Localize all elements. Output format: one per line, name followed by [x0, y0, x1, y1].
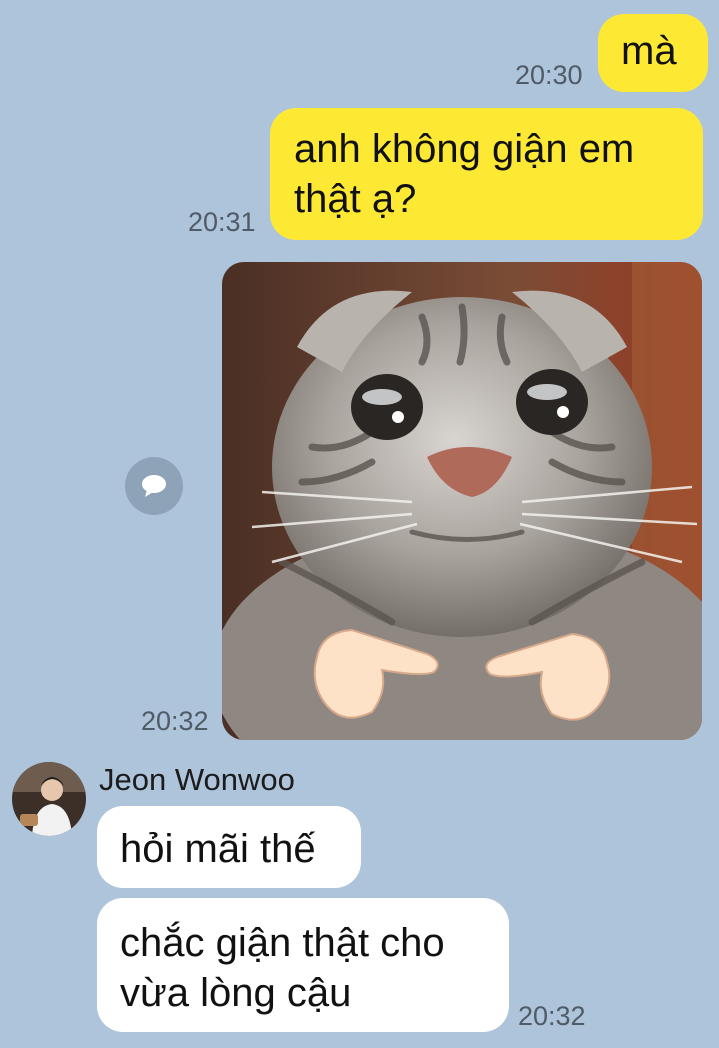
message-text-line: anh không giận em [294, 127, 635, 171]
avatar[interactable] [12, 762, 86, 836]
chat-area: 20:30 mà 20:31 anh không giận em thật ạ? [0, 0, 719, 1048]
incoming-message-bubble[interactable]: chắc giận thật cho vừa lòng cậu [97, 898, 509, 1032]
outgoing-message-bubble[interactable]: mà [598, 14, 708, 92]
message-text-line: chắc giận thật cho [120, 921, 445, 965]
outgoing-message-bubble[interactable]: anh không giận em thật ạ? [270, 108, 703, 240]
share-button[interactable] [125, 457, 183, 515]
message-text: hỏi mãi thế [120, 827, 316, 871]
incoming-message-bubble[interactable]: hỏi mãi thế [97, 806, 361, 888]
message-text-line: vừa lòng cậu [120, 971, 352, 1015]
message-text-line: thật ạ? [294, 177, 417, 221]
cat-sticker-image[interactable] [222, 262, 702, 740]
message-time: 20:32 [518, 1001, 586, 1031]
message-time: 20:32 [141, 706, 209, 736]
message-time: 20:31 [188, 207, 256, 237]
speech-bubble-icon [142, 475, 166, 497]
message-time: 20:30 [515, 60, 583, 90]
bubble-tail [695, 48, 709, 64]
sender-name: Jeon Wonwoo [99, 762, 295, 797]
message-text: mà [621, 29, 677, 73]
